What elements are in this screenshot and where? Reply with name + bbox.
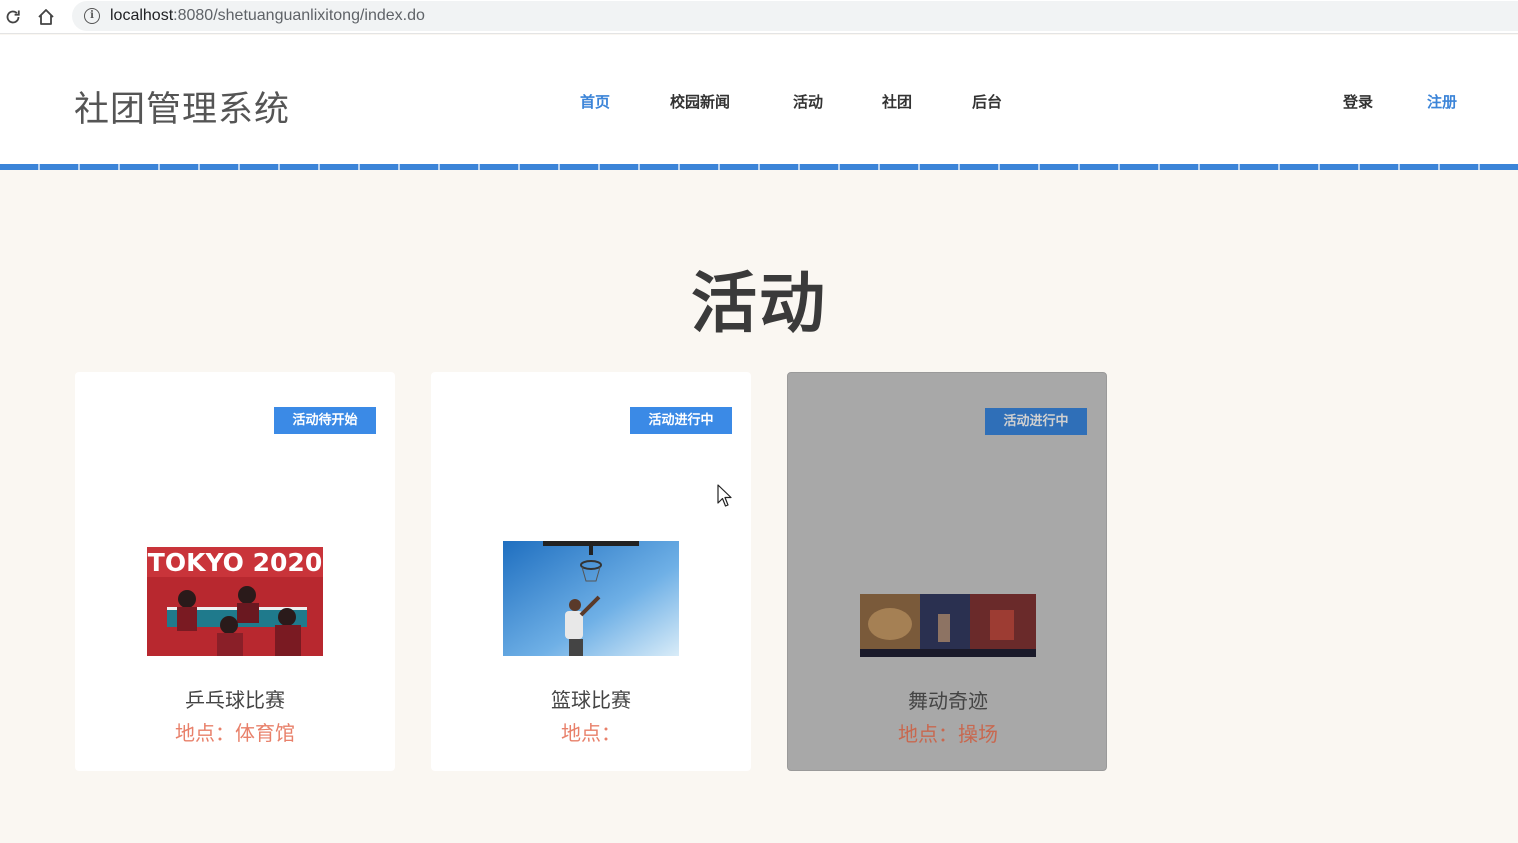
image-caption: TOKYO 2020	[148, 548, 322, 577]
activity-location: 地点：操场	[898, 722, 998, 746]
table-tennis-photo[interactable]: TOKYO 2020	[147, 547, 323, 656]
mouse-cursor-icon	[717, 484, 733, 512]
activity-location: 地点：	[561, 721, 621, 745]
home-icon[interactable]	[33, 4, 59, 30]
login-link[interactable]: 登录	[1343, 91, 1373, 112]
section-title: 活动	[691, 265, 827, 342]
nav-item-activities[interactable]: 活动	[793, 91, 823, 112]
nav-item-admin[interactable]: 后台	[972, 91, 1002, 112]
info-icon[interactable]: i	[84, 8, 100, 24]
status-badge: 活动进行中	[985, 408, 1087, 435]
header-divider	[0, 164, 1518, 170]
activity-card[interactable]: 活动进行中 篮球比赛 地点：	[431, 372, 751, 771]
nav-item-home[interactable]: 首页	[580, 91, 610, 112]
register-link[interactable]: 注册	[1427, 91, 1457, 112]
activity-name: 舞动奇迹	[908, 689, 988, 713]
basketball-photo[interactable]	[503, 541, 679, 656]
reload-icon[interactable]	[0, 4, 26, 30]
main-nav: 首页 校园新闻 活动 社团 后台	[0, 91, 1518, 111]
site-header: 社团管理系统 首页 校园新闻 活动 社团 后台 登录 注册	[0, 35, 1518, 164]
status-badge: 活动待开始	[274, 407, 376, 434]
nav-item-campus-news[interactable]: 校园新闻	[670, 91, 730, 112]
activity-name: 乒乓球比赛	[185, 688, 285, 712]
activity-location: 地点：体育馆	[175, 721, 295, 745]
address-bar[interactable]: i localhost:8080/shetuanguanlixitong/ind…	[72, 1, 1518, 31]
dance-stage-photo[interactable]	[860, 594, 1036, 657]
browser-toolbar: i localhost:8080/shetuanguanlixitong/ind…	[0, 0, 1518, 34]
url-host: localhost	[110, 7, 174, 24]
nav-item-clubs[interactable]: 社团	[882, 91, 912, 112]
activity-card[interactable]: 活动进行中 舞动奇迹 地点：操场	[787, 372, 1107, 771]
url-text: localhost:8080/shetuanguanlixitong/index…	[110, 7, 425, 25]
activity-name: 篮球比赛	[551, 688, 631, 712]
activity-card[interactable]: 活动待开始 TOKYO 2020 乒乓球比赛 地点：体育馆	[75, 372, 395, 771]
url-path: :8080/shetuanguanlixitong/index.do	[173, 7, 425, 24]
status-badge: 活动进行中	[630, 407, 732, 434]
